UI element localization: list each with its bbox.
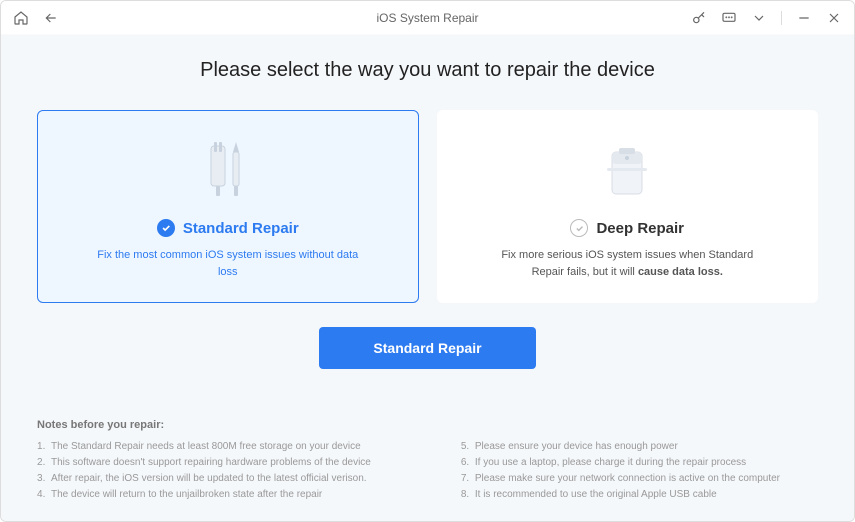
deep-repair-desc-emphasis: cause data loss. [638,266,723,278]
check-icon [157,219,175,237]
standard-repair-card[interactable]: Standard Repair Fix the most common iOS … [37,110,419,303]
deep-repair-title-row: Deep Repair [466,219,790,237]
note-item: The device will return to the unjailbrok… [37,487,371,503]
tools-illustration [66,135,390,205]
note-item: This software doesn't support repairing … [37,455,371,471]
window-title: iOS System Repair [376,11,478,25]
home-icon[interactable] [13,10,29,26]
note-item: If you use a laptop, please charge it du… [461,455,780,471]
key-icon[interactable] [691,10,707,26]
titlebar-divider [781,11,782,25]
standard-repair-title: Standard Repair [183,220,299,237]
app-window: iOS System Repair Please select the way … [0,0,855,522]
standard-repair-title-row: Standard Repair [66,219,390,237]
back-icon[interactable] [43,10,59,26]
notes-columns: The Standard Repair needs at least 800M … [37,439,818,503]
titlebar-right [691,10,842,26]
device-illustration [466,135,790,205]
minimize-icon[interactable] [796,10,812,26]
note-item: Please ensure your device has enough pow… [461,439,780,455]
content-area: Please select the way you want to repair… [1,35,854,521]
note-item: The Standard Repair needs at least 800M … [37,439,371,455]
notes-section: Notes before you repair: The Standard Re… [37,419,818,503]
note-item: It is recommended to use the original Ap… [461,487,780,503]
titlebar-left [13,10,59,26]
chevron-down-icon[interactable] [751,10,767,26]
notes-list-col1: The Standard Repair needs at least 800M … [37,439,371,503]
notes-title: Notes before you repair: [37,419,818,431]
deep-repair-title: Deep Repair [596,220,684,237]
deep-repair-description: Fix more serious iOS system issues when … [466,247,790,280]
close-icon[interactable] [826,10,842,26]
page-heading: Please select the way you want to repair… [37,59,818,82]
note-item: Please make sure your network connection… [461,471,780,487]
feedback-icon[interactable] [721,10,737,26]
standard-repair-description: Fix the most common iOS system issues wi… [66,247,390,280]
note-item: After repair, the iOS version will be up… [37,471,371,487]
check-icon [570,219,588,237]
standard-repair-button[interactable]: Standard Repair [319,327,535,369]
notes-list-col2: Please ensure your device has enough pow… [461,439,780,503]
repair-options: Standard Repair Fix the most common iOS … [37,110,818,303]
deep-repair-card[interactable]: Deep Repair Fix more serious iOS system … [437,110,819,303]
titlebar: iOS System Repair [1,1,854,35]
